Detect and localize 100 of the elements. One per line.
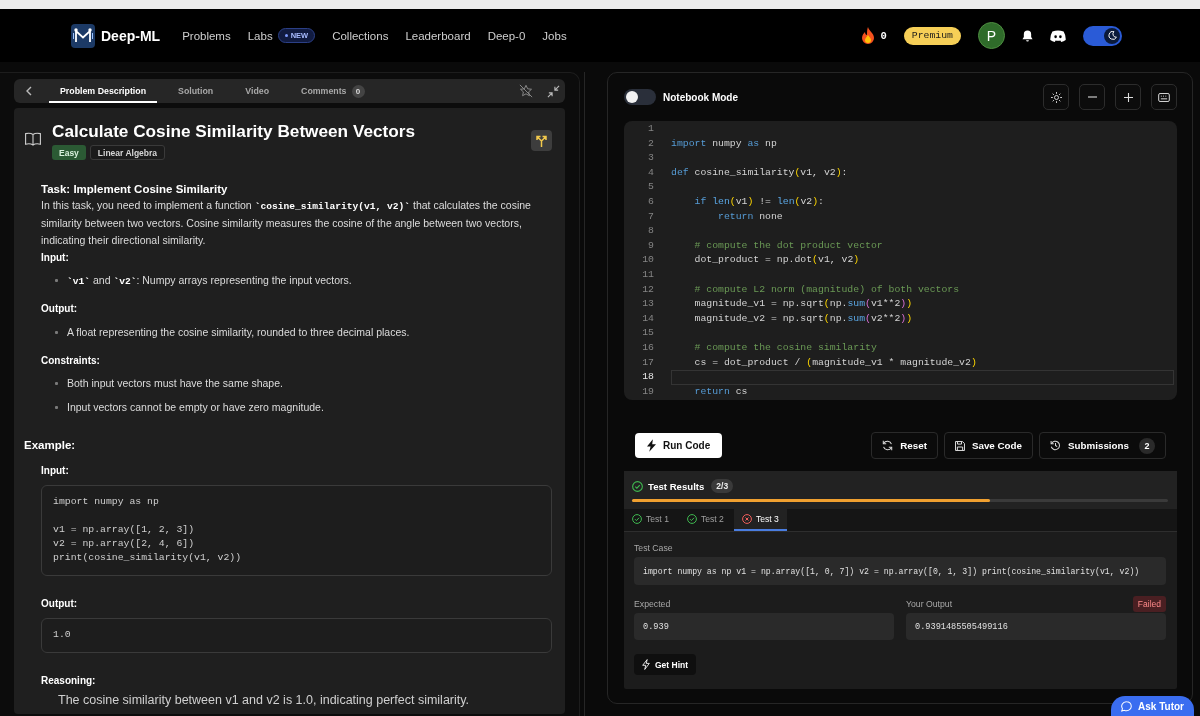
collapse-icon[interactable] <box>547 84 560 98</box>
nav-link[interactable]: Problems <box>182 29 231 42</box>
code-line: dot_product = np.dot(v1, v2) <box>693 253 860 268</box>
ask-tutor-button[interactable]: Ask Tutor <box>1111 696 1194 716</box>
code-editor[interactable] <box>624 121 1177 400</box>
bullet-text: A float representing the cosine similarity, rounded to three decimal places. <box>67 324 410 340</box>
bullet-icon <box>55 279 58 282</box>
reset-button[interactable]: Reset <box>871 432 938 459</box>
expected-output-field: 0.939 <box>634 613 894 640</box>
line-number: 19 <box>642 384 654 399</box>
plus-icon <box>1123 92 1133 102</box>
task-heading: Task: Implement Cosine Similarity <box>41 182 229 197</box>
code-line: magnitude_v1 = np.sqrt(np.sum(v1**2)) <box>693 297 913 312</box>
line-number: 10 <box>642 253 654 268</box>
flame-icon <box>860 27 875 44</box>
code-line: if len(v1) != len(v2): <box>693 194 824 209</box>
code-line: # compute the cosine similarity <box>693 340 877 355</box>
lightning-icon <box>647 439 656 452</box>
line-number: 12 <box>642 282 654 297</box>
get-hint-button[interactable]: Get Hint <box>634 654 697 675</box>
status-badge: Failed <box>1132 596 1166 612</box>
expected-label: Expected <box>634 599 671 609</box>
code-block: import numpy as np v1 = np.array([1, 2, 3]) v2 = np.array([2, 4, 6]) print(cosine_similarity(v1, v2)) <box>41 484 552 576</box>
section-label: Input: <box>41 463 70 478</box>
score-badge: 2/3 <box>711 479 734 493</box>
book-icon <box>25 132 41 146</box>
code-line: def cosine_similarity(v1, v2): <box>671 165 848 180</box>
section-label: Reasoning: <box>41 673 97 688</box>
sun-icon <box>1050 91 1062 103</box>
section-label: Input: <box>41 250 70 265</box>
problem-title: Calculate Cosine Similarity Between Vectors <box>52 120 416 142</box>
section-label: Output: <box>41 596 79 611</box>
bell-icon[interactable] <box>1022 29 1033 42</box>
line-number: 3 <box>648 151 654 166</box>
minus-icon <box>1087 96 1097 98</box>
dot-icon <box>284 34 288 37</box>
line-number: 9 <box>648 238 654 253</box>
keyboard-button[interactable] <box>1151 84 1177 110</box>
code-line: cs = dot_product / (magnitude_v1 * magnitude_v2) <box>693 355 977 370</box>
line-number: 8 <box>648 224 654 239</box>
bullet-icon <box>55 406 58 409</box>
line-number: 18 <box>642 370 654 385</box>
description-paragraph: In this task, you need to implement a function `cosine_similarity(v1, v2)` that calculates the cosine similarity between two vectors. Cosine similarity measures the cosine of the angle between two vectors, indicating their directional similarity. <box>41 198 532 248</box>
streak-count: 0 <box>880 29 887 42</box>
save-code-button[interactable]: Save Code <box>943 432 1033 459</box>
notebook-mode-label: Notebook Mode <box>663 91 738 103</box>
tab[interactable]: Solution <box>167 79 225 103</box>
bullet-text: `v1` and `v2`: Numpy arrays representing the input vectors. <box>67 273 352 289</box>
avatar[interactable]: P <box>978 22 1005 49</box>
chevron-left-icon[interactable] <box>26 86 32 96</box>
premium-button[interactable]: Premium <box>903 26 961 45</box>
code-line: return none <box>717 209 783 224</box>
logo-text[interactable]: Deep-ML <box>101 27 161 44</box>
history-icon <box>1050 440 1061 451</box>
bullet-text: Input vectors cannot be empty or have zero magnitude. <box>67 400 324 415</box>
tab[interactable]: Video <box>234 79 281 103</box>
code-line: # compute L2 norm (magnitude) of both vectors <box>693 282 960 297</box>
bullet-text: Both input vectors must have the same shape. <box>67 376 283 391</box>
brightness-button[interactable] <box>1043 84 1069 110</box>
code-line: return cs <box>693 384 748 399</box>
line-number: 6 <box>648 194 654 209</box>
nav-link[interactable]: Leaderboard <box>405 29 471 42</box>
zoom-in-button[interactable] <box>1115 84 1141 110</box>
chat-bubble-icon <box>1121 700 1133 712</box>
keyboard-icon <box>1158 92 1170 102</box>
code-block: 1.0 <box>41 617 552 653</box>
line-number: 2 <box>648 136 654 151</box>
line-number: 7 <box>648 209 654 224</box>
nav-link[interactable]: Collections <box>332 29 389 42</box>
nav-link[interactable]: Jobs <box>542 29 567 42</box>
line-number: 13 <box>642 297 654 312</box>
line-number: 17 <box>642 355 654 370</box>
tab[interactable]: Comments 0 <box>290 79 376 103</box>
test-case-label: Test Case <box>634 543 674 553</box>
test-tab[interactable]: Test 1 <box>624 509 677 531</box>
submission-count-badge: 2 <box>1139 437 1155 454</box>
controller-icon[interactable] <box>1050 29 1066 42</box>
your-output-label: Your Output <box>906 599 953 609</box>
test-tab[interactable]: Test 2 <box>678 509 732 531</box>
run-code-button[interactable]: Run Code <box>635 433 723 458</box>
tab[interactable]: Problem Description <box>49 79 158 103</box>
bullet-icon <box>55 330 58 334</box>
code-line: import numpy as np <box>671 136 777 151</box>
moon-icon <box>1107 31 1117 40</box>
test-tab[interactable]: Test 3 <box>733 509 787 531</box>
line-number: 14 <box>642 311 654 326</box>
star-off-icon[interactable] <box>519 84 533 98</box>
logo-icon[interactable] <box>71 23 95 48</box>
submissions-button[interactable]: Submissions 2 <box>1039 432 1166 459</box>
line-number: 11 <box>642 267 654 282</box>
notebook-mode-toggle[interactable] <box>624 89 656 105</box>
floppy-disk-icon <box>954 440 965 451</box>
section-label: Output: <box>41 302 79 316</box>
theme-toggle[interactable] <box>1083 25 1122 46</box>
lightning-icon <box>642 659 650 670</box>
line-number: 4 <box>648 165 654 180</box>
nav-link[interactable]: Deep-0 <box>487 29 526 42</box>
split-arrows-icon[interactable] <box>531 130 552 151</box>
zoom-out-button[interactable] <box>1079 84 1105 110</box>
code-line: # compute the dot product vector <box>693 238 883 253</box>
